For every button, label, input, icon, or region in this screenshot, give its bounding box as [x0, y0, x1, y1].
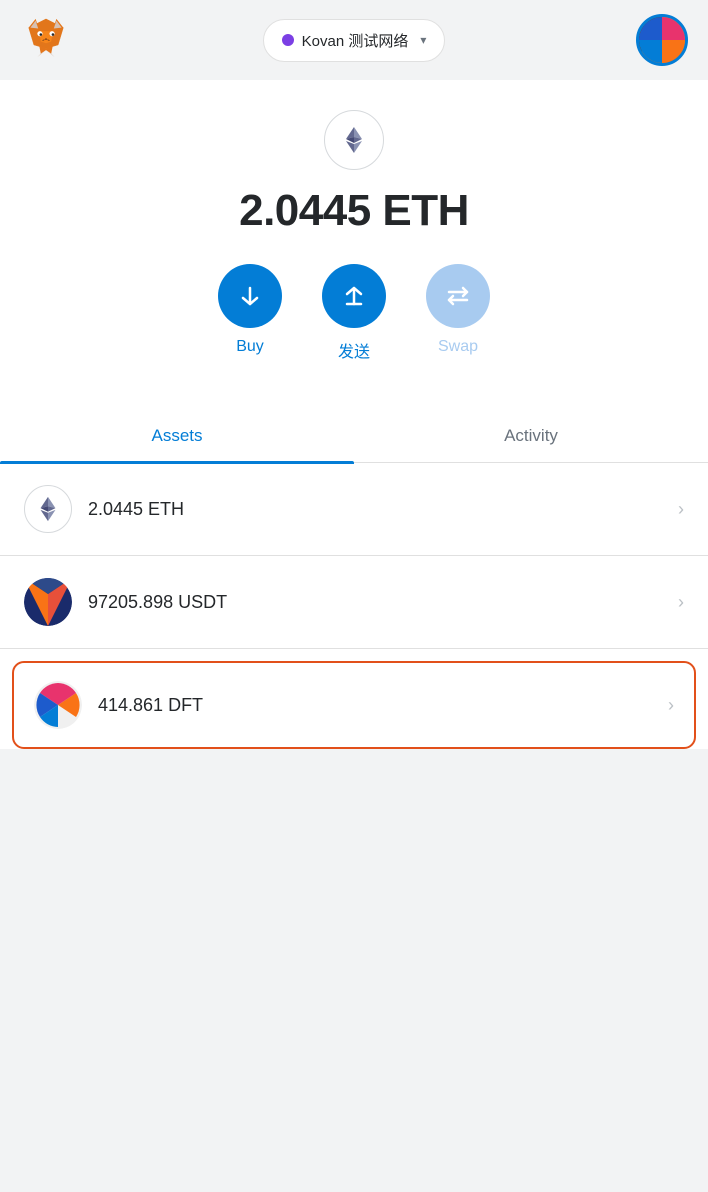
chevron-down-icon: ▾ [420, 33, 426, 47]
asset-item-usdt[interactable]: 97205.898 USDT › [0, 556, 708, 649]
network-status-dot [282, 34, 294, 46]
tab-bar: Assets Activity [0, 410, 708, 463]
tab-activity[interactable]: Activity [354, 410, 708, 462]
dft-asset-amount: 414.861 DFT [98, 695, 668, 716]
asset-list: 2.0445 ETH › 97205.898 USDT › [0, 463, 708, 749]
buy-label: Buy [236, 338, 264, 356]
dft-chevron-right-icon: › [668, 695, 674, 716]
send-button-circle [322, 264, 386, 328]
swap-label: Swap [438, 338, 478, 356]
eth-chevron-right-icon: › [678, 499, 684, 520]
main-content: 2.0445 ETH Buy [0, 80, 708, 749]
eth-asset-amount: 2.0445 ETH [88, 499, 678, 520]
balance-section: 2.0445 ETH Buy [0, 80, 708, 406]
dft-asset-icon [34, 681, 82, 729]
network-selector[interactable]: Kovan 测试网络 ▾ [263, 19, 446, 62]
metamask-logo [20, 12, 72, 69]
account-avatar[interactable] [636, 14, 688, 66]
eth-currency-icon [324, 110, 384, 170]
buy-button-circle [218, 264, 282, 328]
usdt-asset-amount: 97205.898 USDT [88, 592, 678, 613]
balance-amount: 2.0445 ETH [239, 186, 469, 236]
asset-item-dft[interactable]: 414.861 DFT › [12, 661, 696, 749]
tab-assets[interactable]: Assets [0, 410, 354, 462]
eth-asset-icon [24, 485, 72, 533]
swap-button[interactable]: Swap [426, 264, 490, 356]
usdt-asset-icon [24, 578, 72, 626]
send-label: 发送 [338, 338, 370, 362]
action-buttons-group: Buy 发送 [218, 264, 490, 362]
usdt-chevron-right-icon: › [678, 592, 684, 613]
send-button[interactable]: 发送 [322, 264, 386, 362]
asset-item-eth[interactable]: 2.0445 ETH › [0, 463, 708, 556]
network-name-label: Kovan 测试网络 [302, 30, 409, 51]
avatar-graphic [639, 17, 685, 63]
header: Kovan 测试网络 ▾ [0, 0, 708, 80]
swap-button-circle [426, 264, 490, 328]
buy-button[interactable]: Buy [218, 264, 282, 356]
